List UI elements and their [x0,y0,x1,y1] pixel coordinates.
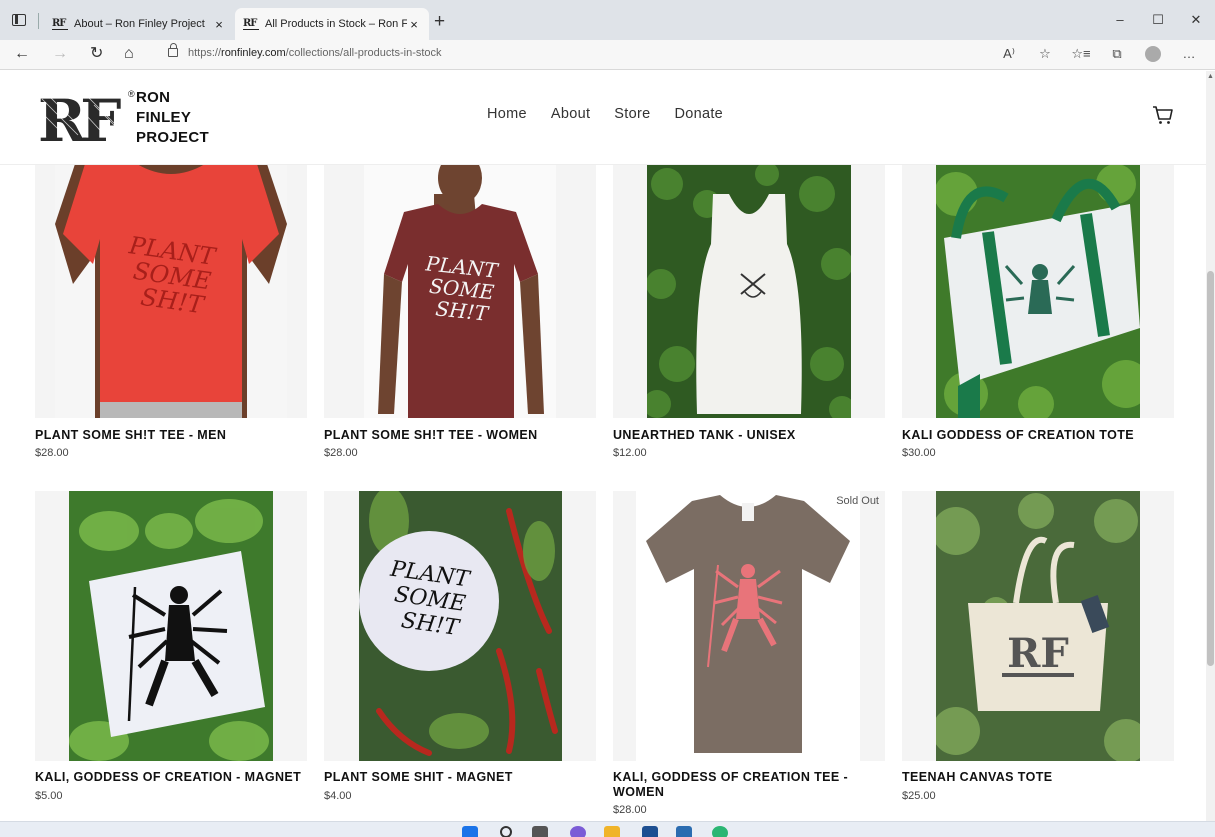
os-taskbar [0,821,1215,837]
site-header: RF ® RON FINLEY PROJECT Home About Store… [0,71,1206,164]
task-view-icon[interactable] [532,826,548,837]
file-explorer-icon[interactable] [604,826,620,837]
canvas-tote-photo: RF [936,491,1140,761]
product-image[interactable] [902,164,1174,418]
main-nav: Home About Store Donate [487,106,723,122]
tank-photo [647,164,851,418]
start-icon[interactable] [462,826,478,837]
product-price: $12.00 [613,447,647,459]
nav-store[interactable]: Store [614,106,650,122]
product-price: $28.00 [613,804,647,816]
edge-icon[interactable] [712,826,728,837]
product-price: $28.00 [35,447,69,459]
logo-line: FINLEY [136,109,192,126]
product-price: $28.00 [324,447,358,459]
nav-home[interactable]: Home [487,106,527,122]
kali-magnet-photo [69,491,273,761]
registered-mark: ® [128,89,135,99]
product-price: $5.00 [35,790,63,802]
product-image[interactable] [35,491,307,761]
brown-tee-photo [636,491,860,761]
product-price: $4.00 [324,790,352,802]
svg-text:RF: RF [1007,630,1069,677]
product-title[interactable]: PLANT SOME SHIT - MAGNET [324,770,513,785]
plant-magnet-photo: PLANT SOME SH!T [359,491,562,761]
red-tee-photo: PLANT SOME SH!T [55,164,287,418]
nav-donate[interactable]: Donate [674,106,723,122]
product-title[interactable]: KALI GODDESS OF CREATION TOTE [902,428,1134,443]
product-title[interactable]: KALI, GODDESS OF CREATION TEE - WOMEN [613,770,873,800]
scroll-up-icon[interactable]: ▲ [1207,73,1214,80]
product-title[interactable]: PLANT SOME SH!T TEE - MEN [35,428,226,443]
chat-icon[interactable] [570,826,586,837]
logo-text[interactable]: RON FINLEY PROJECT [136,88,209,148]
scrollbar-thumb[interactable] [1207,271,1214,666]
store-icon[interactable] [642,826,658,837]
product-image[interactable]: PLANT SOME SH!T [324,491,596,761]
product-price: $30.00 [902,447,936,459]
cart-icon[interactable] [1152,105,1174,125]
product-image[interactable]: RF [902,491,1174,761]
maroon-tee-photo: PLANT SOME SH!T [364,164,556,418]
product-title[interactable]: PLANT SOME SH!T TEE - WOMEN [324,428,538,443]
product-image[interactable] [613,164,885,418]
product-title[interactable]: UNEARTHED TANK - UNISEX [613,428,796,443]
product-title[interactable]: KALI, GODDESS OF CREATION - MAGNET [35,770,301,785]
product-image[interactable]: PLANT SOME SH!T [324,164,596,418]
sold-out-badge: Sold Out [836,495,879,507]
logo-line: RON [136,89,171,106]
product-title[interactable]: TEENAH CANVAS TOTE [902,770,1053,785]
mail-icon[interactable] [676,826,692,837]
product-price: $25.00 [902,790,936,802]
nav-about[interactable]: About [551,106,590,122]
product-image[interactable]: Sold Out [613,491,885,761]
product-image[interactable]: PLANT SOME SH!T [35,164,307,418]
rf-logo-icon[interactable]: RF [38,91,126,145]
search-icon[interactable] [500,826,512,837]
logo-line: PROJECT [136,129,209,146]
green-tote-photo [936,164,1140,418]
page-scrollbar[interactable]: ▲ [1206,71,1215,821]
